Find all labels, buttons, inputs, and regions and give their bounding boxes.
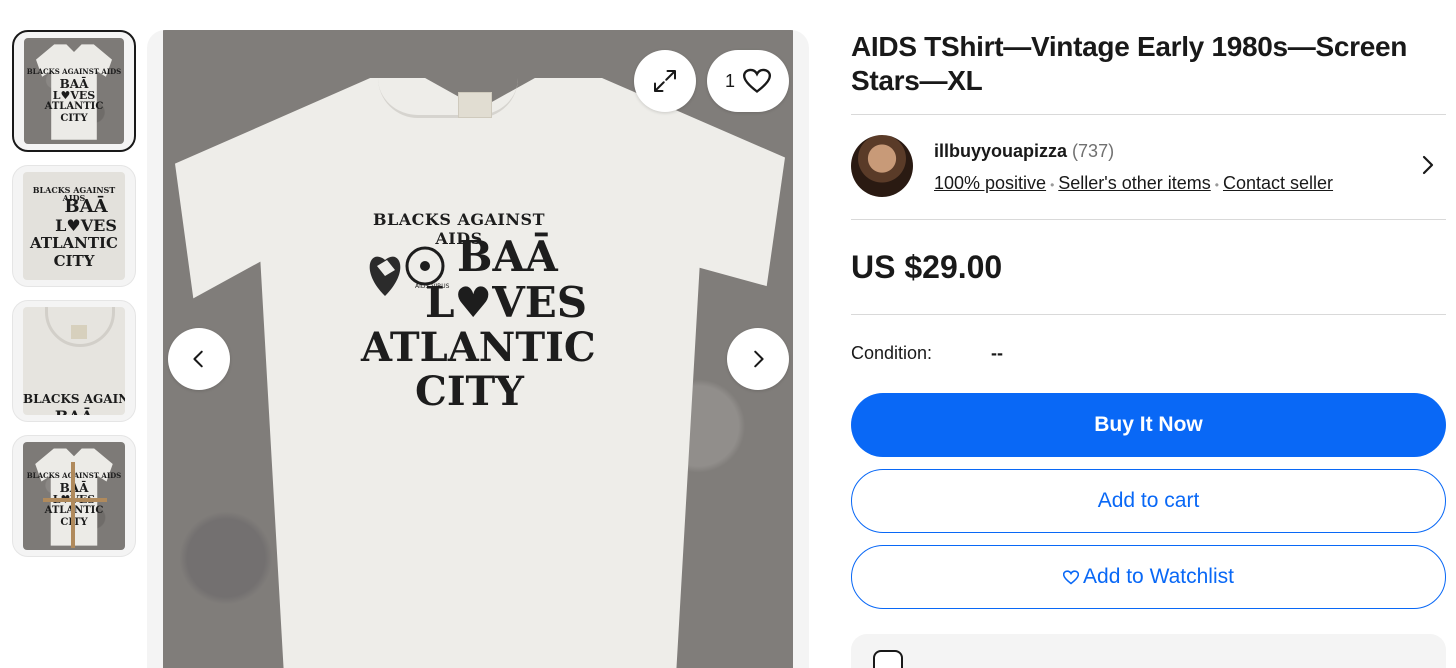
thumbnail-3[interactable]: BLACKS AGAINST AIDS BAĀ [12,300,136,422]
avatar[interactable] [851,135,913,197]
seller-links: 100% positive • Seller's other items • Conta… [934,173,1333,194]
main-image-viewer[interactable]: BLACKS AGAINST AIDS AIDS VIRUS BAĀ L♥VES… [147,30,809,668]
positive-feedback-link[interactable]: 100% positive [934,173,1046,193]
shirt-print-line: BAĀ [457,232,558,281]
buy-it-now-button[interactable]: Buy It Now [851,393,1446,457]
info-panel [851,634,1446,668]
condition-value: -- [991,343,1003,363]
next-image-button[interactable] [727,328,789,390]
thumbnail-print-text: BLACKS AGAINST AIDS [23,392,125,406]
seller-other-items-link[interactable]: Seller's other items [1058,173,1211,193]
thumbnail-print-text: CITY [60,113,88,124]
watch-count-button[interactable]: 1 [707,50,789,112]
thumbnail-1[interactable]: BLACKS AGAINST AIDS BAĀ L♥VES ATLANTIC C… [12,30,136,152]
thumbnail-strip: BLACKS AGAINST AIDS BAĀ L♥VES ATLANTIC C… [12,30,136,570]
product-photo: BLACKS AGAINST AIDS AIDS VIRUS BAĀ L♥VES… [163,30,793,668]
shirt-print-line: CITY [415,368,524,415]
thumbnail-4[interactable]: BLACKS AGAINST AIDS BAĀ L♥VES ATLANTIC C… [12,435,136,557]
thumbnail-print-text: ATLANTIC [30,234,118,252]
thumbnail-image: BLACKS AGAINST AIDS BAĀ L♥VES ATLANTIC C… [24,38,124,144]
measuring-tape [43,498,107,502]
contact-seller-link[interactable]: Contact seller [1223,173,1333,193]
thumbnail-2[interactable]: BLACKS AGAINST AIDS BAĀ L♥VES ATLANTIC C… [12,165,136,287]
add-to-watchlist-button[interactable]: Add to Watchlist [851,545,1446,609]
seller-name-row: illbuyyouapizza (737) [934,141,1114,162]
expand-icon [654,70,676,92]
shirt-print-line: ATLANTIC [361,324,596,371]
separator-dot: • [1214,178,1219,192]
thumbnail-print-text: ATLANTIC [44,101,104,112]
separator-dot: • [1050,178,1055,192]
listing-details: AIDS TShirt—Vintage Early 1980s—Screen S… [851,30,1446,621]
thumbnail-print-text: L♥VES [55,216,117,235]
collar-image [378,78,518,118]
thumbnail-image: BLACKS AGAINST AIDS BAĀ [23,307,125,415]
heart-icon [743,68,771,93]
measuring-tape [71,462,75,548]
add-to-watchlist-label: Add to Watchlist [1083,565,1234,588]
document-icon [873,650,903,668]
seller-feedback-count: (737) [1072,141,1115,161]
tag-image [71,325,87,339]
condition-row: Condition: -- [851,315,1446,393]
price: US $29.00 [851,249,1003,285]
thumbnail-print-text: BAĀ [23,409,125,416]
thumbnail-image: BLACKS AGAINST AIDS BAĀ L♥VES ATLANTIC C… [23,172,125,280]
tag-image [458,92,492,118]
add-to-cart-button[interactable]: Add to cart [851,469,1446,533]
chevron-right-icon [754,350,764,368]
seller-card[interactable]: illbuyyouapizza (737) 100% positive • Sell… [851,115,1446,219]
chevron-left-icon [193,350,203,368]
shirt-print-line: L♥VES [425,278,588,327]
thumbnail-image: BLACKS AGAINST AIDS BAĀ L♥VES ATLANTIC C… [23,442,125,550]
listing-title: AIDS TShirt—Vintage Early 1980s—Screen S… [851,31,1408,96]
thumbnail-print-text: BAĀ [64,196,108,217]
seller-name[interactable]: illbuyyouapizza [934,141,1067,161]
thumbnail-print-text: BLACKS AGAINST AIDS [26,67,122,76]
chevron-right-icon[interactable] [1418,153,1438,177]
heart-icon [1063,569,1080,585]
expand-image-button[interactable] [634,50,696,112]
thumbnail-print-text: CITY [53,252,95,270]
watch-count: 1 [724,70,735,91]
thumbnail-print-text: L♥VES [52,89,96,102]
previous-image-button[interactable] [168,328,230,390]
condition-label: Condition: [851,343,933,363]
